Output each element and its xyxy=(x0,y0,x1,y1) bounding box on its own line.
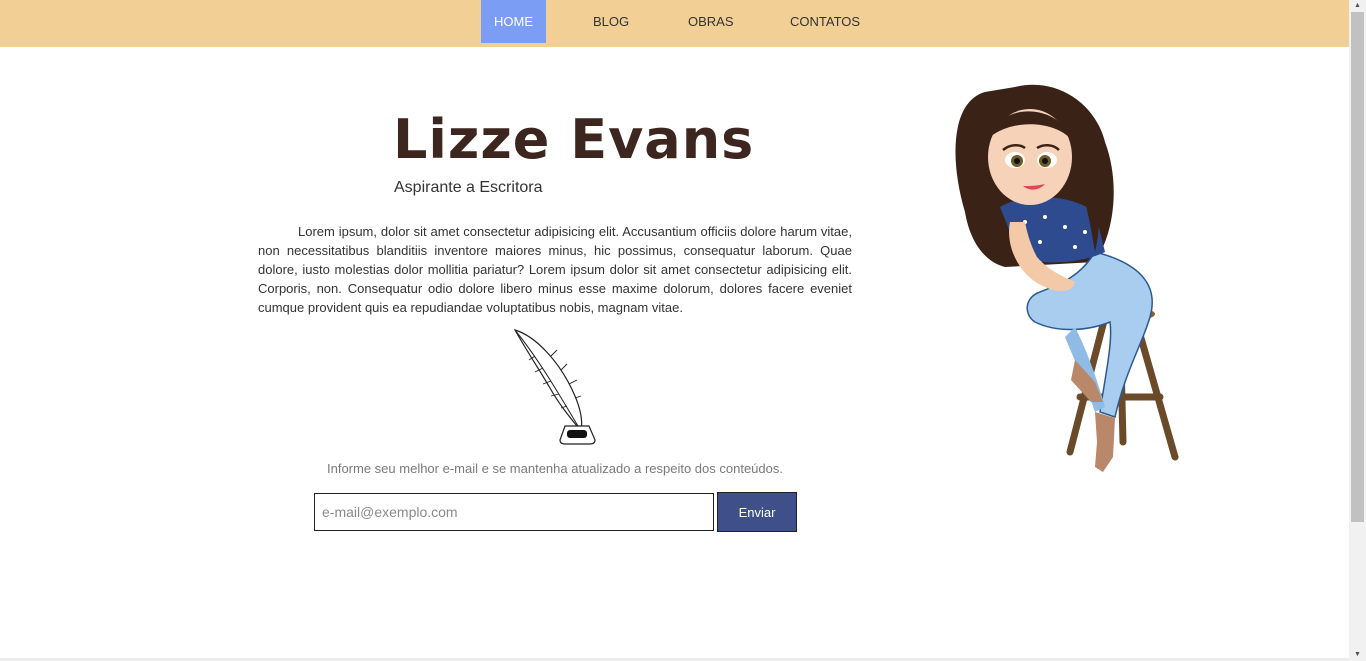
top-navbar: HOME BLOG OBRAS CONTATOS xyxy=(0,0,1349,47)
scrollbar-thumb[interactable] xyxy=(1351,12,1364,522)
nav-contatos[interactable]: CONTATOS xyxy=(790,0,860,43)
quill-inkwell-icon xyxy=(513,328,596,445)
email-input[interactable] xyxy=(314,493,714,531)
nav-home[interactable]: HOME xyxy=(481,0,546,43)
intro-paragraph: Lorem ipsum, dolor sit amet consectetur … xyxy=(258,224,852,315)
page-subtitle: Aspirante a Escritora xyxy=(394,179,543,196)
nav-blog[interactable]: BLOG xyxy=(593,0,629,43)
scroll-down-arrow-icon[interactable]: ▼ xyxy=(1349,649,1366,661)
nav-obras[interactable]: OBRAS xyxy=(688,0,734,43)
send-button[interactable]: Enviar xyxy=(717,492,797,532)
page-title: Lizze Evans xyxy=(393,108,755,171)
vertical-scrollbar[interactable]: ▲ ▼ xyxy=(1349,0,1366,661)
newsletter-text: Informe seu melhor e-mail e se mantenha … xyxy=(327,461,783,476)
avatar-illustration xyxy=(955,84,1179,472)
scroll-up-arrow-icon[interactable]: ▲ xyxy=(1349,0,1366,12)
